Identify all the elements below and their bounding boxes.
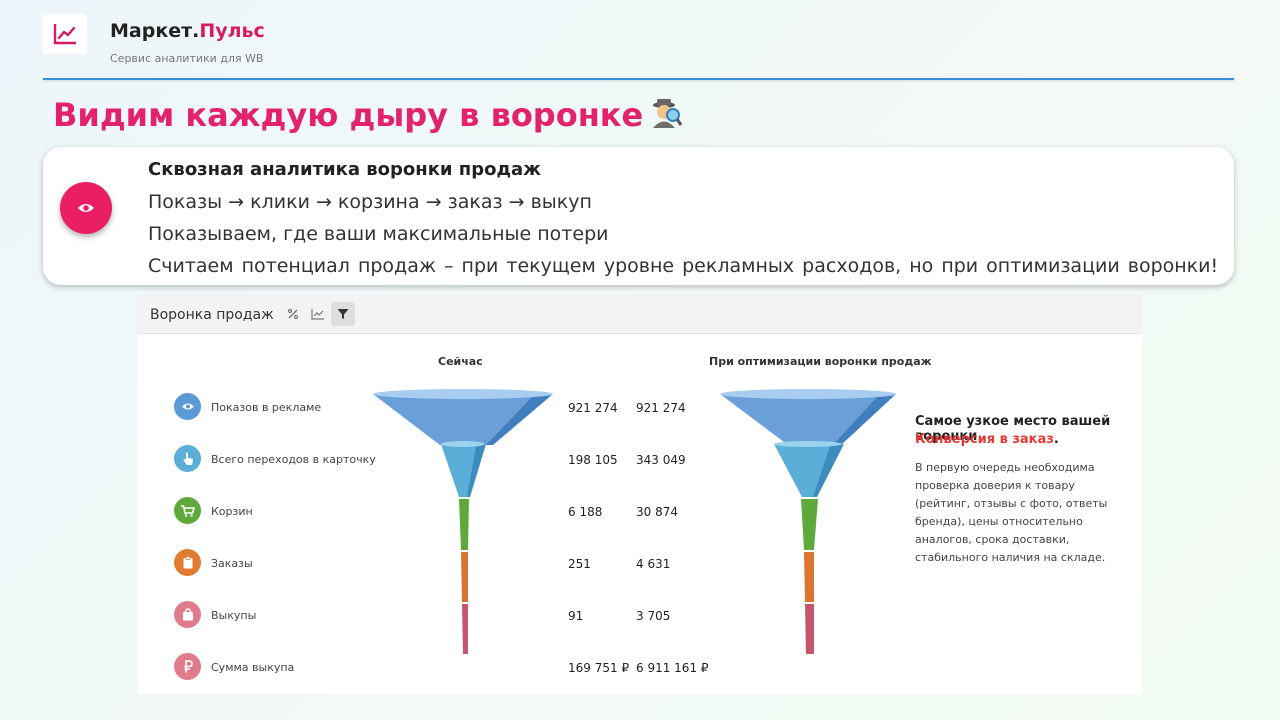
funnel-now (373, 389, 553, 654)
bottleneck-advice: В первую очередь необходима проверка дов… (915, 461, 1108, 564)
brand-subtitle: Сервис аналитики для WB (110, 52, 264, 65)
eye-icon (78, 204, 94, 212)
funnel-opt-buyouts (805, 604, 814, 654)
funnel-opt-orders (804, 552, 814, 602)
bottleneck-accent: Конверсия в заказ. (915, 432, 1059, 447)
funnel-opt-impressions (720, 394, 896, 445)
bottleneck-period: . (1053, 432, 1059, 447)
funnel-now-rim (373, 389, 553, 399)
funnel-now-buyouts (462, 604, 468, 654)
bottleneck-name: Конверсия в заказ (915, 432, 1054, 447)
brand-accent: Пульс (199, 20, 265, 42)
brand-name: Маркет.Пульс (110, 20, 265, 42)
funnel-now-impressions (373, 394, 553, 445)
sales-funnel-widget: Воронка продаж Сейчас При оптимизации во… (138, 294, 1142, 694)
chart-line-icon (53, 24, 76, 45)
card-line-losses: Показываем, где ваши максимальные потери (148, 223, 609, 245)
brand-main: Маркет. (110, 20, 200, 42)
app-logo (43, 14, 87, 54)
page-headline: Видим каждую дыру в воронке (53, 96, 683, 137)
card-line-potential: Считаем потенциал продаж – при текущем у… (148, 255, 1219, 277)
header-divider (43, 78, 1234, 80)
feature-icon-badge (60, 182, 112, 234)
funnel-now-orders (461, 552, 468, 602)
funnel-opt-clicks-rim (774, 441, 842, 447)
funnel-now-carts (459, 499, 469, 550)
funnel-opt-rim (720, 389, 896, 399)
funnel-now-clicks-rim (441, 441, 485, 447)
funnel-opt-carts (801, 499, 818, 550)
card-line-funnel-steps: Показы → клики → корзина → заказ → выкуп (148, 191, 592, 213)
feature-card: Сквозная аналитика воронки продаж Показы… (43, 147, 1234, 285)
card-title: Сквозная аналитика воронки продаж (148, 159, 542, 180)
detective-icon (649, 97, 683, 137)
funnel-optimized (720, 389, 896, 654)
headline-text: Видим каждую дыру в воронке (53, 96, 644, 134)
